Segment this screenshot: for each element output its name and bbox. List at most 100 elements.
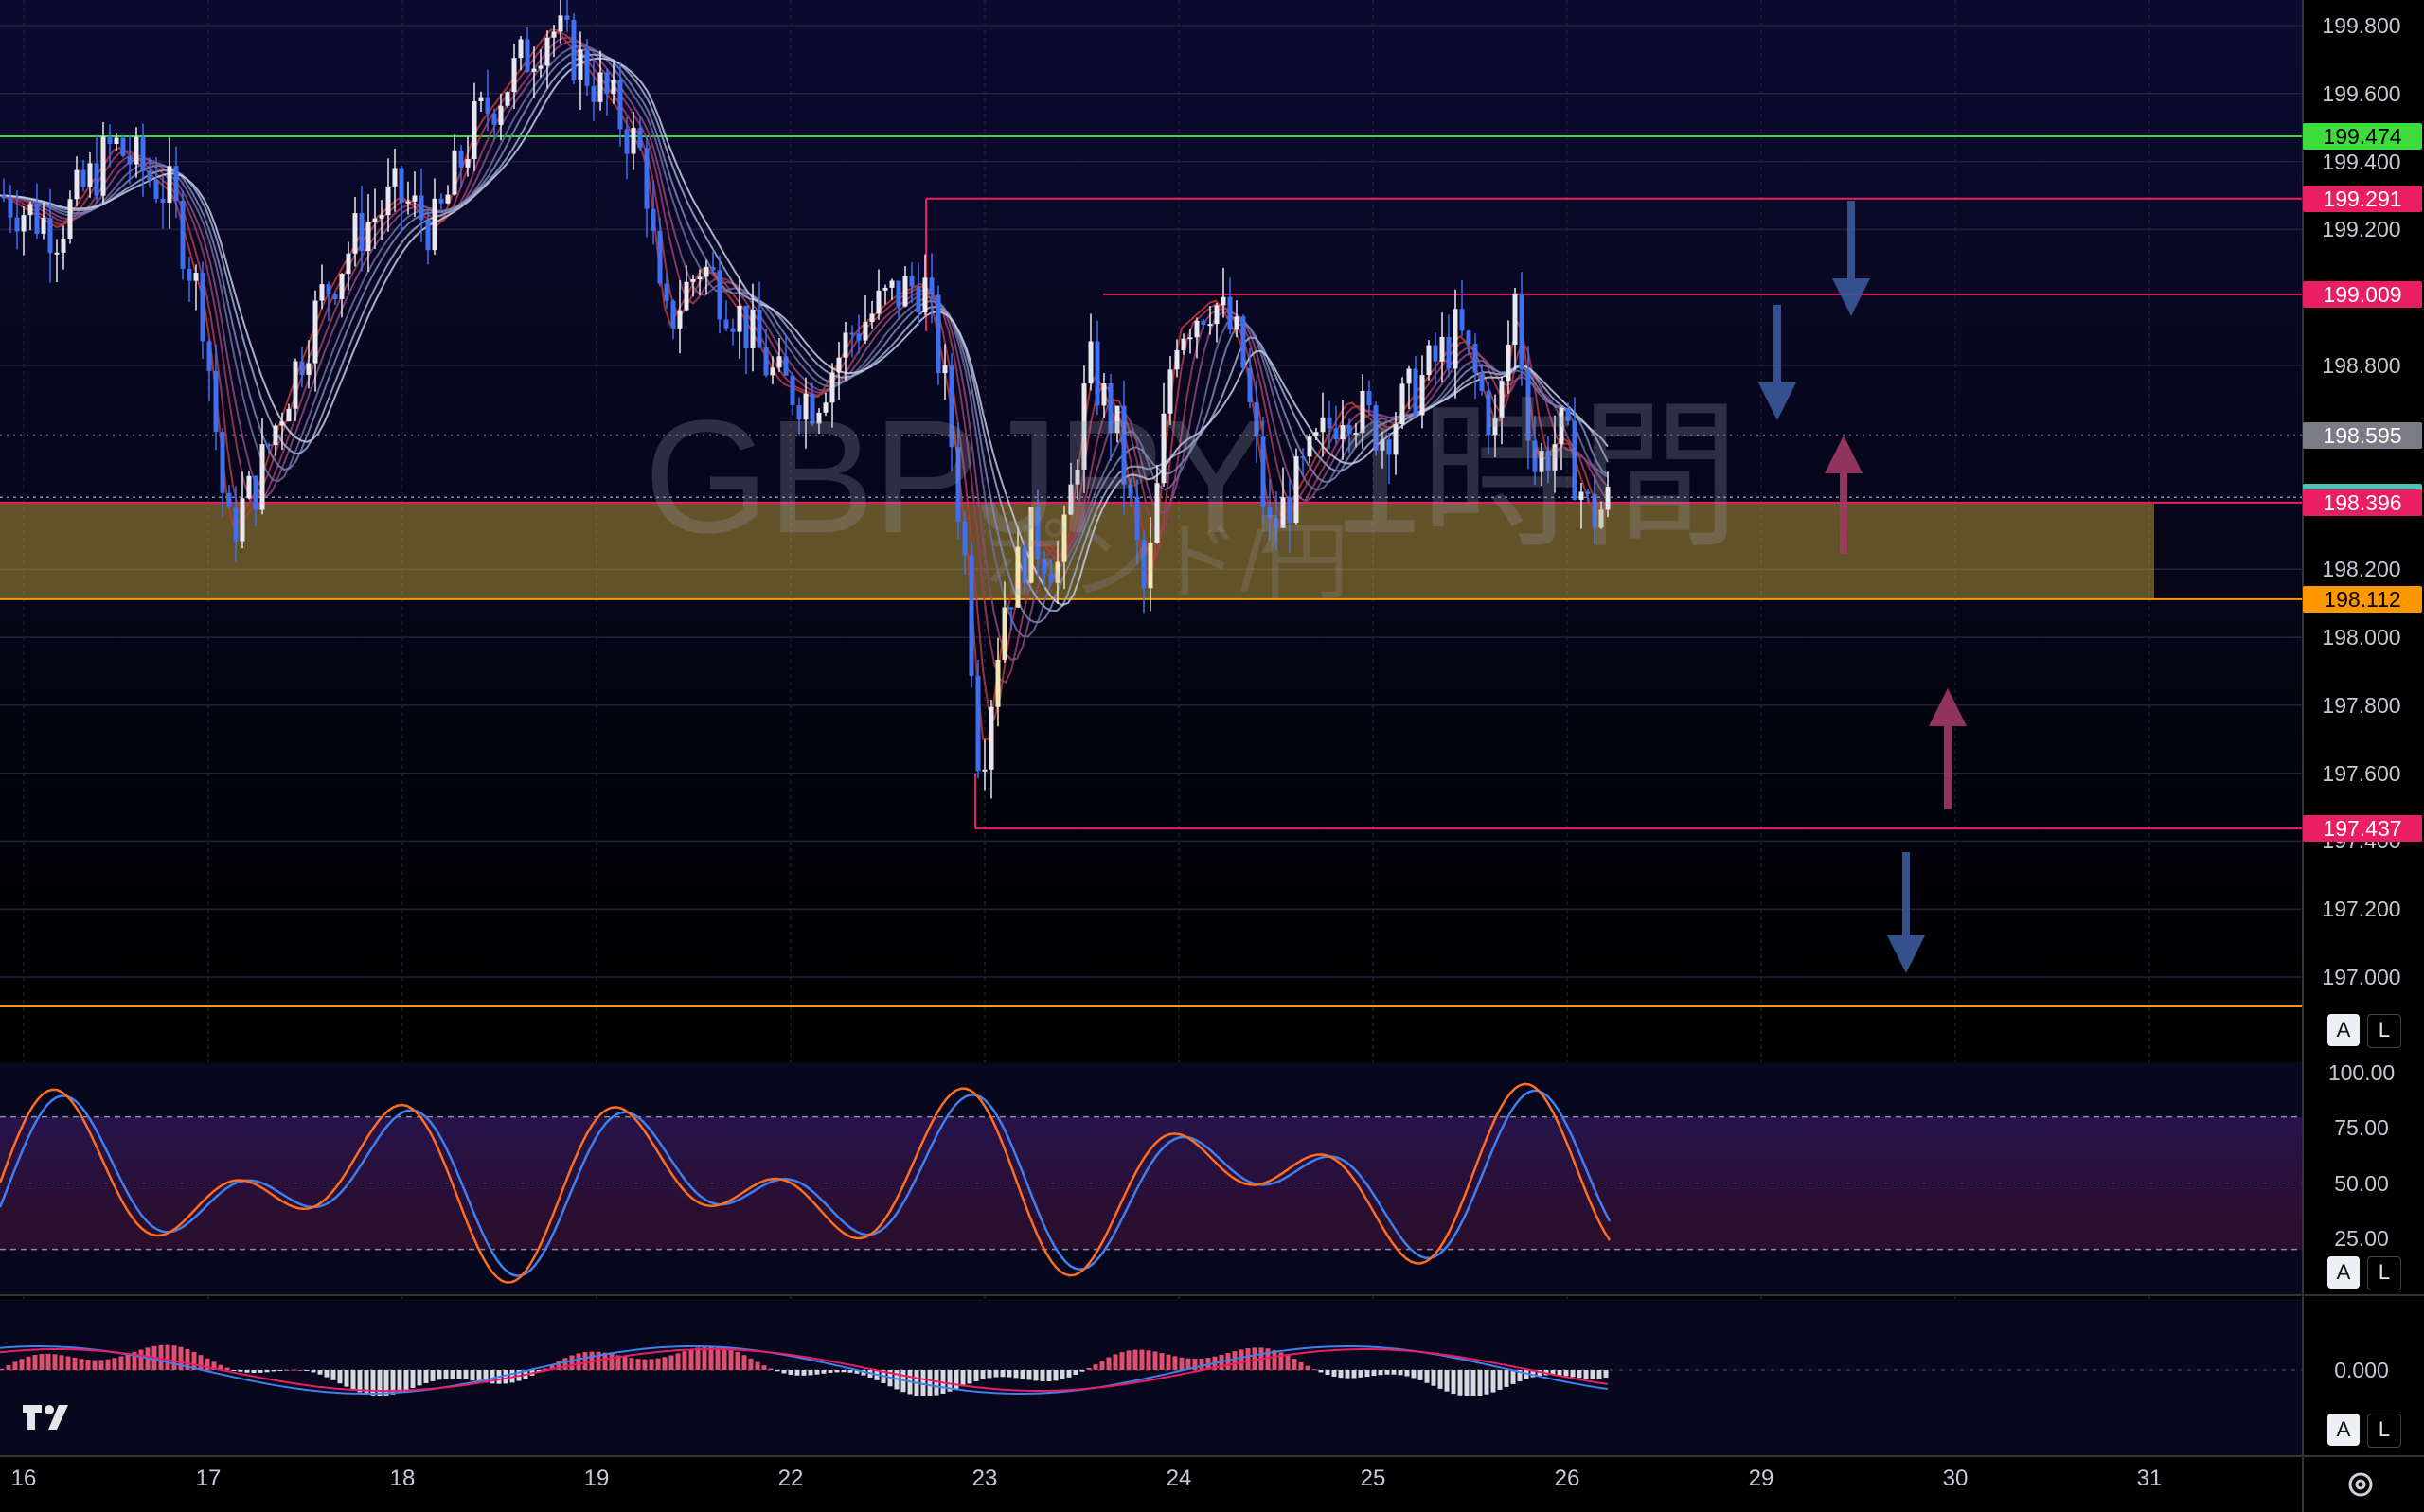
price-tag[interactable]: 197.437 — [2303, 815, 2422, 843]
price-tag[interactable]: 198.112 — [2303, 585, 2422, 613]
price-auto-scale-button[interactable]: A — [2327, 1014, 2360, 1046]
candle-body — [1227, 296, 1233, 330]
candle-body — [717, 270, 722, 320]
macd-histogram-bar — [1152, 1351, 1158, 1370]
price-tag[interactable]: 199.291 — [2303, 185, 2422, 212]
macd-histogram-bar — [1411, 1370, 1417, 1379]
price-tag[interactable]: 199.474 — [2303, 123, 2422, 150]
macd-histogram-bar — [1371, 1370, 1377, 1377]
candle-body — [916, 286, 921, 312]
chart-canvas[interactable] — [0, 0, 2424, 1512]
candle-body — [458, 150, 464, 168]
candle-body — [405, 201, 411, 204]
candle-body — [591, 85, 597, 102]
candle-body — [147, 170, 152, 180]
candle-body — [670, 300, 676, 329]
price-log-scale-button[interactable]: L — [2367, 1014, 2401, 1048]
macd-auto-scale-button[interactable]: A — [2327, 1414, 2360, 1446]
macd-histogram-bar — [1338, 1370, 1344, 1379]
macd-histogram-bar — [1245, 1348, 1251, 1370]
macd-histogram-bar — [1583, 1370, 1589, 1379]
macd-histogram-bar — [1126, 1350, 1132, 1370]
macd-histogram-bar — [105, 1359, 111, 1370]
macd-histogram-bar — [987, 1370, 992, 1379]
candle-body — [856, 333, 862, 341]
candle-body — [153, 179, 159, 200]
price-tag[interactable]: 198.396 — [2303, 489, 2422, 516]
macd-histogram-bar — [1073, 1370, 1078, 1376]
stoch-log-scale-button[interactable]: L — [2367, 1256, 2401, 1290]
macd-histogram-bar — [397, 1370, 402, 1393]
candle-body — [127, 155, 133, 165]
macd-histogram-bar — [808, 1370, 813, 1376]
candle-body — [359, 213, 365, 252]
macd-histogram-bar — [954, 1370, 959, 1390]
candle-body — [438, 198, 444, 204]
macd-histogram-bar — [59, 1355, 64, 1370]
macd-histogram-bar — [635, 1359, 641, 1370]
macd-histogram-bar — [1013, 1370, 1019, 1379]
candle-body — [637, 128, 643, 149]
price-axis-tick: 199.400 — [2322, 149, 2401, 174]
candle-body — [684, 281, 689, 311]
candle-body — [989, 706, 994, 770]
macd-histogram-bar — [0, 1368, 5, 1370]
macd-histogram-bar — [735, 1352, 740, 1370]
candle-body — [737, 305, 742, 332]
candle-body — [187, 268, 192, 281]
macd-histogram-bar — [125, 1354, 131, 1370]
price-tag[interactable]: 198.595 — [2303, 421, 2422, 449]
macd-histogram-bar — [1444, 1370, 1450, 1392]
macd-histogram-bar — [357, 1370, 363, 1393]
candle-body — [173, 166, 179, 202]
candle-body — [498, 105, 504, 125]
price-tag[interactable]: 199.009 — [2303, 280, 2422, 308]
candle-body — [34, 204, 40, 234]
macd-histogram-bar — [1159, 1353, 1165, 1370]
candle-body — [863, 322, 868, 341]
settings-gear-icon[interactable] — [2344, 1468, 2377, 1501]
candle-body — [929, 277, 935, 295]
macd-histogram-bar — [410, 1370, 416, 1388]
macd-histogram-bar — [1146, 1350, 1151, 1370]
macd-log-scale-button[interactable]: L — [2367, 1414, 2401, 1448]
price-axis-tick: 198.800 — [2322, 352, 2401, 378]
candle-body — [624, 129, 630, 154]
candle-body — [41, 218, 46, 234]
macd-histogram-bar — [118, 1356, 124, 1370]
candle-body — [253, 475, 258, 510]
candle-body — [140, 136, 146, 171]
candle-body — [491, 113, 497, 125]
macd-histogram-bar — [1464, 1370, 1470, 1396]
macd-histogram-bar — [430, 1370, 436, 1381]
candle-body — [578, 49, 583, 80]
candle-body — [1201, 320, 1206, 326]
macd-histogram-bar — [655, 1358, 661, 1370]
macd-histogram-bar — [403, 1370, 409, 1391]
candle-body — [346, 253, 351, 275]
candle-body — [750, 310, 756, 348]
macd-histogram-bar — [1113, 1354, 1118, 1370]
macd-histogram-bar — [562, 1358, 568, 1370]
price-axis-tick: 197.800 — [2322, 692, 2401, 718]
candle-body — [94, 163, 99, 196]
macd-histogram-bar — [1000, 1370, 1006, 1378]
time-axis-tick: 19 — [583, 1466, 610, 1491]
macd-histogram-bar — [1563, 1370, 1569, 1377]
macd-histogram-bar — [330, 1370, 336, 1380]
macd-histogram-bar — [417, 1370, 422, 1386]
candle-body — [1512, 293, 1518, 346]
macd-histogram-bar — [682, 1351, 687, 1370]
candle-body — [690, 279, 696, 282]
time-axis-tick: 31 — [2136, 1466, 2163, 1491]
macd-histogram-bar — [1093, 1363, 1098, 1370]
macd-histogram-bar — [238, 1370, 243, 1372]
candle-body — [319, 284, 325, 301]
macd-histogram-bar — [1325, 1370, 1330, 1376]
macd-histogram-bar — [781, 1370, 787, 1374]
macd-histogram-bar — [344, 1370, 349, 1387]
price-axis-tick: 199.200 — [2322, 217, 2401, 242]
tradingview-logo-icon[interactable] — [21, 1399, 76, 1433]
stoch-auto-scale-button[interactable]: A — [2327, 1256, 2360, 1289]
macd-histogram-bar — [1066, 1370, 1072, 1378]
